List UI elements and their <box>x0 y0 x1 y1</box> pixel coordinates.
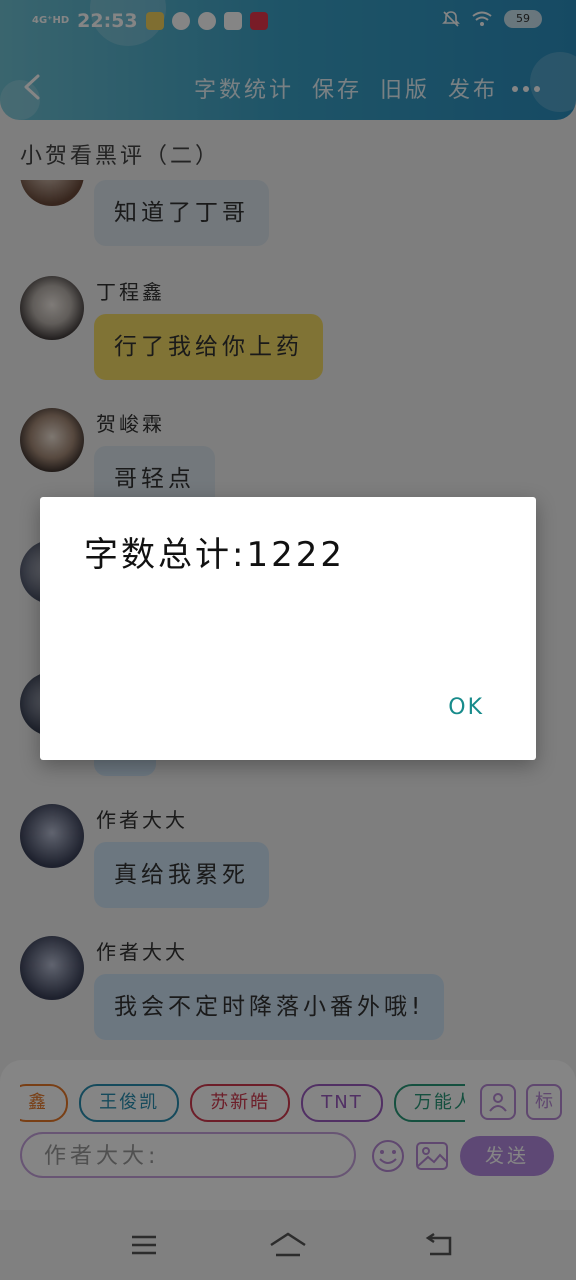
dialog-message: 字数总计:1222 <box>84 535 345 575</box>
word-count-dialog: 字数总计:1222 OK <box>40 497 536 760</box>
ok-button[interactable]: OK <box>448 695 484 720</box>
